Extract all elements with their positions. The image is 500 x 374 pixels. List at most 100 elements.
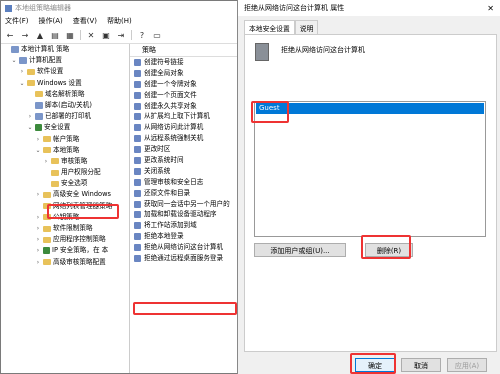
tree-item[interactable]: › 高级审核策略配置 (1, 257, 129, 268)
chevron-right-icon[interactable]: › (27, 111, 33, 122)
tree-item[interactable]: › 应用程序控制策略 (1, 234, 129, 245)
highlight-guest (251, 101, 289, 123)
toolbar-divider (80, 30, 81, 40)
tree-item[interactable]: 用户权限分配 (1, 167, 129, 178)
folder-icon (27, 80, 35, 87)
folder-icon (51, 180, 59, 187)
highlight-ok-button (350, 353, 396, 374)
help-icon[interactable]: ? (137, 30, 147, 40)
policy-label: 更改时区 (144, 145, 171, 154)
policy-icon (255, 43, 269, 61)
menu-help[interactable]: 帮助(H) (107, 16, 132, 26)
chevron-right-icon[interactable]: › (35, 245, 41, 256)
member-item[interactable]: Guest (256, 103, 484, 114)
tree-item[interactable]: ⌄ Windows 设置 (1, 78, 129, 89)
policy-label: 从网络访问此计算机 (144, 123, 204, 132)
menu-action[interactable]: 操作(A) (39, 16, 63, 26)
policy-label: 创建永久共享对象 (144, 101, 197, 110)
delete-icon[interactable]: ✕ (86, 30, 96, 40)
tree-item[interactable]: › 软件限制策略 (1, 223, 129, 234)
policy-label: 创建一个页面文件 (144, 90, 197, 99)
menu-file[interactable]: 文件(F) (5, 16, 29, 26)
toolbar-divider (131, 30, 132, 40)
chevron-down-icon[interactable]: ⌄ (35, 145, 41, 156)
tree-item-label: 软件限制策略 (53, 224, 93, 232)
properties-icon[interactable]: ▣ (101, 30, 111, 40)
tree-item-label: 脚本(启动/关机) (45, 100, 92, 109)
chevron-down-icon[interactable]: ⌄ (11, 55, 17, 66)
policy-label: 创建全局对象 (144, 68, 184, 77)
tree-item[interactable]: › 高级安全 Windows (1, 189, 129, 200)
policy-label: 获取同一会话中另一个用户的 (144, 199, 230, 208)
security-icon (43, 247, 50, 255)
highlight-user-rights (47, 204, 119, 219)
tree-item[interactable]: 域名解析策略 (1, 89, 129, 100)
chevron-right-icon[interactable]: › (19, 66, 25, 77)
policy-icon (134, 200, 141, 208)
chevron-right-icon[interactable]: › (35, 223, 41, 234)
tree-item-label: 软件设置 (37, 67, 64, 76)
tree-item[interactable]: ⌄ 安全设置 (1, 122, 129, 133)
chevron-right-icon[interactable]: › (35, 257, 41, 268)
dialog-tabs: 本地安全设置 说明 (238, 20, 500, 35)
policy-label: 拒绝通过远程桌面服务登录 (144, 254, 224, 263)
tree-item[interactable]: › 软件设置 (1, 66, 129, 77)
cancel-button[interactable]: 取消 (401, 358, 441, 372)
tree-item[interactable]: ⌄ 本地策略 (1, 145, 129, 156)
tree-item[interactable]: › IP 安全策略，在 本 (1, 245, 129, 256)
dialog-title: 拒绝从网络访问这台计算机 属性 (244, 4, 345, 12)
chevron-right-icon[interactable]: › (43, 156, 49, 167)
chevron-down-icon[interactable]: ⌄ (27, 122, 33, 133)
tree-item[interactable]: 本地计算机 策略 (1, 44, 129, 55)
tree-item[interactable]: 安全选项 (1, 178, 129, 189)
back-icon[interactable]: ← (5, 30, 15, 40)
policy-icon (134, 244, 141, 252)
view-icon[interactable]: ▭ (152, 30, 162, 40)
tree-item[interactable]: ⌄ 计算机配置 (1, 55, 129, 66)
chevron-right-icon[interactable]: › (35, 212, 41, 223)
policy-name: 拒绝从网络访问这台计算机 (281, 46, 365, 54)
chevron-down-icon[interactable]: ⌄ (19, 78, 25, 89)
tab-local-security-setting[interactable]: 本地安全设置 (244, 20, 295, 35)
show-tree-icon[interactable]: ▤ (50, 30, 60, 40)
tree-item[interactable]: › 已部署的打印机 (1, 111, 129, 122)
policy-label: 拒绝本地登录 (144, 232, 184, 241)
folder-icon (51, 158, 59, 165)
tree-item[interactable]: › 审核策略 (1, 156, 129, 167)
tree-item[interactable]: › 帐户策略 (1, 134, 129, 145)
up-folder-icon[interactable]: ▲ (35, 30, 45, 40)
chevron-right-icon[interactable]: › (35, 234, 41, 245)
policy-icon (134, 254, 141, 262)
tab-explain[interactable]: 说明 (294, 20, 319, 35)
tree-item-label: 已部署的打印机 (45, 112, 92, 121)
menu-view[interactable]: 查看(V) (73, 16, 97, 26)
tree-item-label: 高级安全 Windows (53, 190, 111, 199)
policy-label: 拒绝从网络访问这台计算机 (144, 243, 224, 252)
policy-icon (134, 146, 141, 154)
menu-bar: 文件(F) 操作(A) 查看(V) 帮助(H) (1, 15, 257, 27)
folder-icon (35, 91, 43, 98)
forward-icon[interactable]: → (20, 30, 30, 40)
policy-icon (134, 211, 141, 219)
close-icon[interactable]: ✕ (487, 4, 494, 13)
tree-item-label: 安全选项 (61, 179, 88, 188)
apply-button[interactable]: 应用(A) (447, 358, 487, 372)
highlight-deny-network (133, 302, 237, 315)
grid-icon[interactable]: ▦ (65, 30, 75, 40)
policy-label: 管理审核和安全日志 (144, 177, 204, 186)
policy-icon (134, 124, 141, 132)
tree-item-label: IP 安全策略，在 本 (52, 246, 109, 255)
policy-icon (134, 113, 141, 121)
folder-icon (27, 68, 35, 75)
folder-icon (43, 192, 51, 199)
policy-label: 还原文件和目录 (144, 188, 191, 197)
highlight-remove-button (361, 235, 411, 259)
policy-icon (134, 222, 141, 230)
export-icon[interactable]: ⇥ (116, 30, 126, 40)
add-user-button[interactable]: 添加用户或组(U)... (254, 243, 346, 257)
chevron-right-icon[interactable]: › (35, 134, 41, 145)
chevron-right-icon[interactable]: › (35, 189, 41, 200)
folder-icon (43, 136, 51, 143)
policy-label: 从远程系统强制关机 (144, 134, 204, 143)
tree-item[interactable]: 脚本(启动/关机) (1, 100, 129, 111)
